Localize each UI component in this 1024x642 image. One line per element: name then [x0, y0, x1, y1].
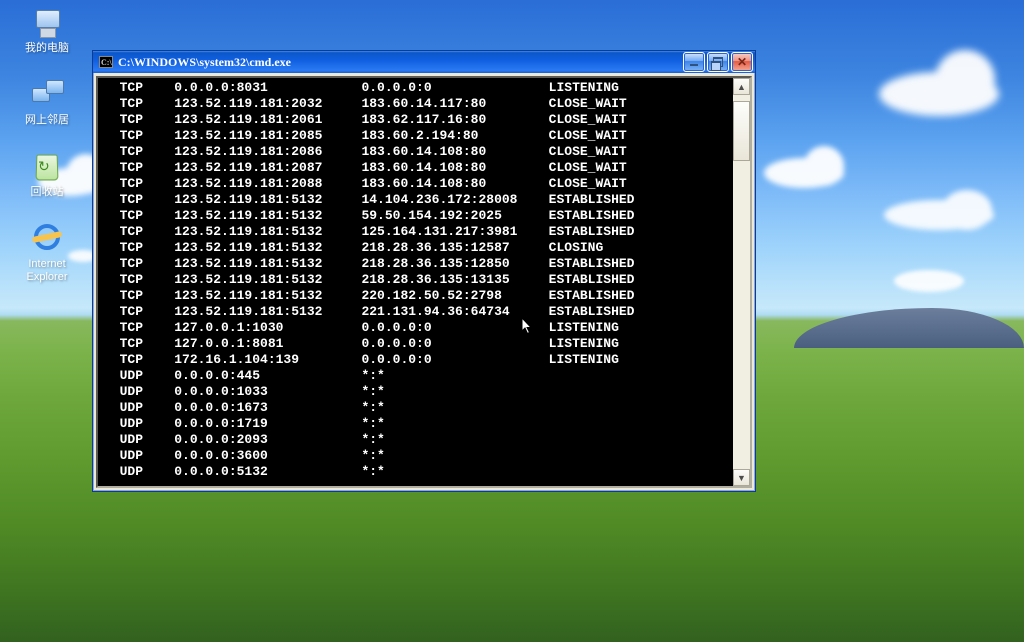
recycle-bin-icon — [30, 150, 64, 184]
desktop-icon-label: 网上邻居 — [12, 114, 82, 127]
restore-icon — [713, 57, 723, 67]
desktop-icon-recycle-bin[interactable]: 回收站 — [12, 150, 82, 199]
cloud-decoration — [764, 158, 844, 188]
cmd-window[interactable]: C:\ C:\WINDOWS\system32\cmd.exe ✕ TCP 0.… — [92, 50, 756, 492]
minimize-button[interactable] — [683, 52, 705, 72]
cmd-client-area: TCP 0.0.0.0:8031 0.0.0.0:0 LISTENING TCP… — [96, 76, 752, 488]
cmd-output[interactable]: TCP 0.0.0.0:8031 0.0.0.0:0 LISTENING TCP… — [98, 78, 733, 486]
restore-button[interactable] — [707, 52, 729, 72]
mouse-cursor-icon — [522, 318, 533, 335]
scroll-down-button[interactable]: ▼ — [733, 469, 750, 486]
cloud-decoration — [894, 270, 964, 292]
cmd-appicon: C:\ — [99, 56, 113, 68]
scroll-track[interactable] — [733, 95, 750, 469]
desktop-icon-label: 回收站 — [12, 186, 82, 199]
cloud-decoration — [884, 200, 994, 230]
desktop-icon-my-computer[interactable]: 我的电脑 — [12, 6, 82, 55]
window-title: C:\WINDOWS\system32\cmd.exe — [118, 55, 291, 70]
desktop-icon-label: 我的电脑 — [12, 42, 82, 55]
close-button[interactable]: ✕ — [731, 52, 753, 72]
my-computer-icon — [30, 6, 64, 40]
minimize-icon — [690, 64, 698, 66]
titlebar[interactable]: C:\ C:\WINDOWS\system32\cmd.exe ✕ — [93, 51, 755, 73]
hill-decoration — [794, 308, 1024, 348]
cloud-decoration — [879, 72, 999, 116]
scroll-thumb[interactable] — [733, 101, 750, 161]
netstat-text: TCP 0.0.0.0:8031 0.0.0.0:0 LISTENING TCP… — [104, 80, 729, 480]
desktop-icon-network[interactable]: 网上邻居 — [12, 78, 82, 127]
scroll-up-button[interactable]: ▲ — [733, 78, 750, 95]
network-icon — [30, 78, 64, 112]
desktop[interactable]: 我的电脑 网上邻居 回收站 InternetExplorer C:\ C:\WI… — [0, 0, 1024, 642]
vertical-scrollbar[interactable]: ▲ ▼ — [733, 78, 750, 486]
desktop-icon-ie[interactable]: InternetExplorer — [12, 222, 82, 284]
ie-icon — [30, 222, 64, 256]
desktop-icon-label: InternetExplorer — [12, 258, 82, 284]
close-icon: ✕ — [737, 56, 747, 68]
